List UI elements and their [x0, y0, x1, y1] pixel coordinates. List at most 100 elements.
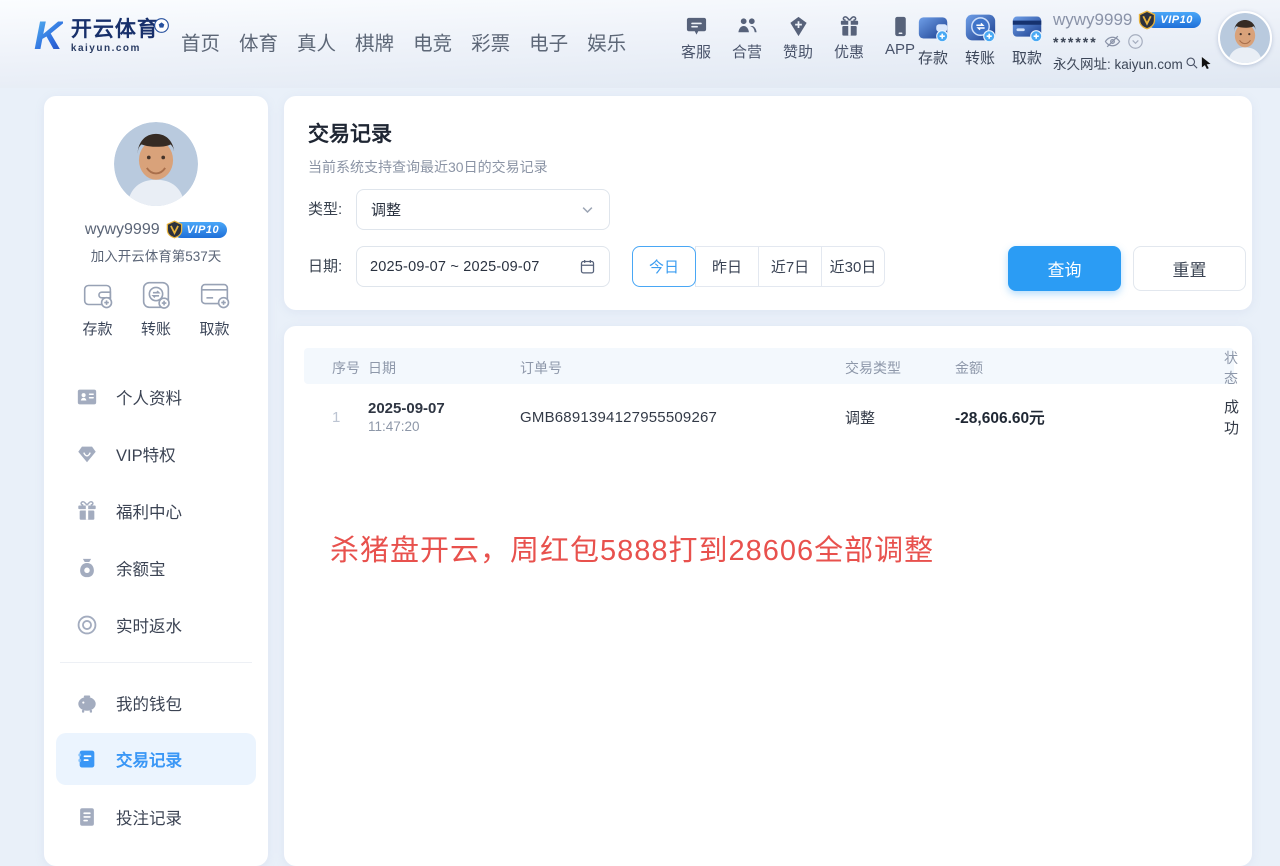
logo-k-mark: K — [34, 16, 63, 56]
page-subtitle: 当前系统支持查询最近30日的交易记录 — [308, 157, 548, 177]
range-today-button[interactable]: 今日 — [632, 246, 696, 287]
username[interactable]: wywy9999 — [1053, 10, 1132, 30]
nav-board-games[interactable]: 棋牌 — [355, 27, 394, 56]
sidebar-avatar[interactable] — [114, 122, 198, 206]
sidebar-item-yuebao[interactable]: 余额宝 — [44, 539, 268, 596]
calendar-icon — [579, 258, 596, 275]
range-7days-button[interactable]: 近7日 — [758, 246, 822, 287]
deposit-outline-icon — [79, 276, 117, 314]
date-range-value: 2025-09-07 ~ 2025-09-07 — [370, 259, 539, 275]
sponsor-link[interactable]: 赞助 — [780, 15, 816, 62]
col-order-no: 订单号 — [520, 358, 845, 378]
deposit-wallet-icon — [917, 11, 950, 44]
sidebar: wywy9999 VIP10 加入开云体育第537天 存款 转账 取款 个人资料… — [44, 96, 268, 866]
sidebar-item-transaction-records[interactable]: 交易记录 — [56, 733, 256, 785]
deposit-label: 存款 — [918, 47, 948, 68]
sidebar-wallet-menu: 我的钱包 交易记录 投注记录 — [44, 674, 268, 845]
nav-entertainment[interactable]: 娱乐 — [587, 27, 626, 56]
sidebar-item-label: 福利中心 — [116, 499, 182, 523]
vip-badge: VIP10 — [1137, 10, 1200, 30]
col-index: 序号 — [304, 358, 368, 378]
reset-button[interactable]: 重置 — [1133, 246, 1246, 291]
row-time: 11:47:20 — [368, 419, 520, 434]
row-status: 成功 — [1224, 396, 1265, 438]
withdraw-label: 取款 — [1012, 47, 1042, 68]
gift-icon — [76, 500, 98, 522]
transaction-filter-card: 交易记录 当前系统支持查询最近30日的交易记录 类型: 调整 日期: 2025-… — [284, 96, 1252, 310]
sidebar-withdraw-button[interactable]: 取款 — [196, 276, 234, 339]
nav-home[interactable]: 首页 — [181, 27, 220, 56]
sidebar-item-label: 实时返水 — [116, 613, 182, 637]
sidebar-item-vip[interactable]: VIP特权 — [44, 425, 268, 482]
sidebar-item-label: VIP特权 — [116, 442, 176, 466]
nav-live-casino[interactable]: 真人 — [297, 27, 336, 56]
refresh-chevron-icon[interactable] — [1127, 33, 1144, 50]
eye-off-icon[interactable] — [1104, 33, 1121, 50]
type-select-value: 调整 — [371, 199, 401, 220]
promo-gift-icon — [838, 15, 861, 38]
sidebar-item-label: 交易记录 — [116, 747, 182, 771]
withdraw-outline-icon — [196, 276, 234, 314]
nav-slots[interactable]: 电子 — [529, 27, 568, 56]
row-datetime: 2025-09-07 11:47:20 — [368, 400, 520, 434]
logo-domain: kaiyun.com — [71, 44, 159, 54]
sidebar-vip-badge: VIP10 — [165, 220, 227, 239]
date-label: 日期: — [308, 246, 342, 287]
money-pouch-icon — [76, 557, 98, 579]
user-info-block: wywy9999 VIP10 ****** 永久网址: kaiyun.com — [1053, 10, 1211, 73]
sidebar-quick-actions: 存款 转账 取款 — [44, 276, 268, 339]
support-link[interactable]: 客服 — [678, 15, 714, 62]
top-navigation-bar: K 开云体育 kaiyun.com 首页 体育 真人 棋牌 电竞 彩票 电子 娱… — [0, 0, 1280, 88]
sidebar-item-bet-records[interactable]: 投注记录 — [44, 788, 268, 845]
mobile-app-icon — [889, 15, 912, 38]
transfer-button[interactable]: 转账 — [963, 11, 997, 68]
withdraw-card-icon — [1011, 11, 1044, 44]
promo-link[interactable]: 优惠 — [831, 15, 867, 62]
partners-link[interactable]: 合营 — [729, 15, 765, 62]
table-header-row: 序号 日期 订单号 交易类型 金额 状态 — [304, 348, 1234, 384]
mouse-cursor-icon — [1201, 56, 1211, 70]
user-avatar[interactable] — [1218, 11, 1272, 65]
logo-name: 开云体育 — [71, 19, 159, 40]
gem-icon — [76, 443, 98, 465]
sidebar-username: wywy9999 — [85, 221, 160, 239]
vip-shield-icon — [165, 220, 184, 239]
sidebar-deposit-button[interactable]: 存款 — [79, 276, 117, 339]
transfer-icon — [964, 11, 997, 44]
transaction-book-icon — [76, 748, 98, 770]
sidebar-item-label: 投注记录 — [116, 805, 182, 829]
range-30days-button[interactable]: 近30日 — [821, 246, 885, 287]
col-type: 交易类型 — [845, 358, 955, 378]
nav-esports[interactable]: 电竞 — [413, 27, 452, 56]
date-range-input[interactable]: 2025-09-07 ~ 2025-09-07 — [356, 246, 610, 287]
red-warning-annotation: 杀猪盘开云，周红包5888打到28606全部调整 — [330, 527, 934, 569]
sidebar-transfer-button[interactable]: 转账 — [137, 276, 175, 339]
sidebar-item-my-wallet[interactable]: 我的钱包 — [44, 674, 268, 731]
row-order-no: GMB6891394127955509267 — [520, 409, 845, 426]
vip-shield-icon — [1137, 10, 1157, 30]
nav-lottery[interactable]: 彩票 — [471, 27, 510, 56]
quick-links: 客服 合营 赞助 优惠 APP — [678, 15, 918, 62]
transaction-table: 序号 日期 订单号 交易类型 金额 状态 1 2025-09-07 11:47:… — [304, 348, 1234, 450]
date-quick-range-group: 今日 昨日 近7日 近30日 — [632, 246, 885, 287]
transfer-outline-icon — [137, 276, 175, 314]
sidebar-item-welfare[interactable]: 福利中心 — [44, 482, 268, 539]
join-days-text: 加入开云体育第537天 — [44, 245, 268, 265]
sidebar-item-profile[interactable]: 个人资料 — [44, 368, 268, 425]
search-button[interactable]: 查询 — [1008, 246, 1121, 291]
sidebar-item-rebate[interactable]: 实时返水 — [44, 596, 268, 653]
id-card-icon — [76, 386, 98, 408]
row-index: 1 — [304, 409, 368, 426]
type-select[interactable]: 调整 — [356, 189, 610, 230]
wallet-links: 存款 转账 取款 — [916, 11, 1044, 68]
nav-sports[interactable]: 体育 — [239, 27, 278, 56]
avatar-image — [114, 122, 198, 206]
magnifier-icon[interactable] — [1185, 55, 1199, 71]
site-logo[interactable]: K 开云体育 kaiyun.com — [34, 16, 159, 56]
withdraw-button[interactable]: 取款 — [1010, 11, 1044, 68]
table-row: 1 2025-09-07 11:47:20 GMB689139412795550… — [304, 384, 1234, 450]
sidebar-transfer-label: 转账 — [141, 318, 171, 339]
app-link[interactable]: APP — [882, 15, 918, 62]
range-yesterday-button[interactable]: 昨日 — [695, 246, 759, 287]
deposit-button[interactable]: 存款 — [916, 11, 950, 68]
